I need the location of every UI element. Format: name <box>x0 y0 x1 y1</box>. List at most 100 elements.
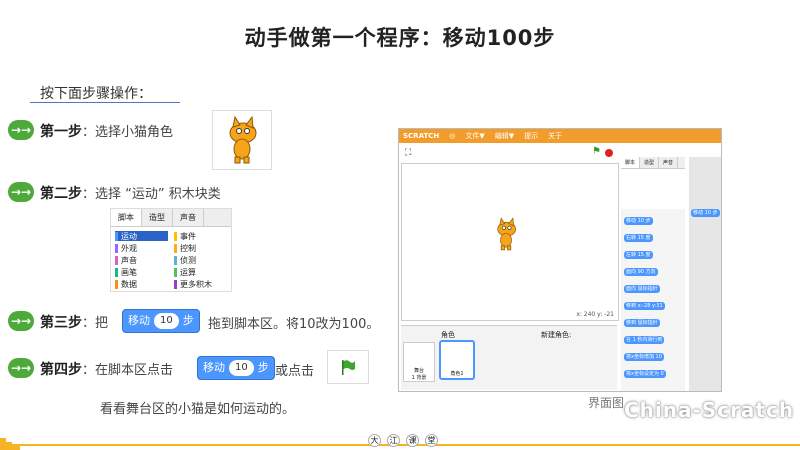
palette-block[interactable]: 在 1 秒内滑行到 <box>624 336 665 344</box>
step-label: 第二步 <box>40 186 82 202</box>
footer-char: 江 <box>387 434 400 447</box>
scratch-editor-screenshot: SCRATCH ◎ 文件▼ 编辑▼ 提示 关于 ⛶ ⚑ x: 240 y: -2… <box>398 128 722 392</box>
page-title: 动手做第一个程序：移动100步 <box>244 26 556 50</box>
step-1: 第一步：选择小猫角色 <box>40 121 173 141</box>
block-label: 移动 <box>203 361 225 374</box>
script-move-block[interactable]: 移动 10 步 <box>691 209 720 217</box>
script-area[interactable]: 移动 10 步 <box>689 157 721 391</box>
editor-menubar: SCRATCH ◎ 文件▼ 编辑▼ 提示 关于 <box>399 129 721 143</box>
palette-block[interactable]: 右转 15 度 <box>624 234 653 242</box>
step-label: 第三步 <box>40 315 82 331</box>
step-text: 拖到脚本区。将10改为100。 <box>208 317 380 332</box>
step-text: 或点击 <box>275 364 315 379</box>
palette-block[interactable]: 将x坐标设定为 0 <box>624 370 666 378</box>
category-color-swatch <box>115 243 118 253</box>
category-right[interactable]: 事件 <box>174 231 227 241</box>
palette-block[interactable]: 将x坐标增加 10 <box>624 353 664 361</box>
green-flag-icon <box>342 360 355 375</box>
step-text: ：选择 “运动” 积木块类 <box>82 187 221 202</box>
palette-block[interactable]: 面向 鼠标指针 <box>624 285 660 293</box>
category-right[interactable]: 更多积木 <box>174 279 227 289</box>
step-arrow-icon: →→ <box>8 311 34 331</box>
stage-toolbar: ⛶ ⚑ <box>401 146 617 161</box>
category-color-swatch <box>115 255 118 265</box>
category-label: 数据 <box>121 279 137 289</box>
palette-block[interactable]: 移到 x:-28 y:31 <box>624 302 665 310</box>
category-label: 运动 <box>121 231 137 241</box>
cat-sprite-thumbnail <box>212 110 272 170</box>
tab-costumes[interactable]: 造型 <box>142 209 173 226</box>
category-color-swatch <box>174 231 177 241</box>
sprite-name: 角色1 <box>450 371 464 377</box>
category-left[interactable]: 声音 <box>115 255 168 265</box>
block-category-palette: 脚本 造型 声音 运动 事件 外观 控制 声音 侦测 画笔 运算 数据 更多积木 <box>110 208 232 292</box>
step-text: 看看舞台区的小猫是如何运动的。 <box>100 402 296 417</box>
menu-edit[interactable]: 编辑▼ <box>495 131 514 141</box>
category-label: 画笔 <box>121 267 137 277</box>
palette-block[interactable]: 左转 15 度 <box>624 251 653 259</box>
stop-icon[interactable] <box>605 149 613 157</box>
move-block-sample[interactable]: 移动 10 步 <box>197 356 275 380</box>
category-label: 运算 <box>180 267 196 277</box>
presentation-mode-icon[interactable]: ⛶ <box>405 148 411 158</box>
block-value: 10 <box>154 313 179 329</box>
scratch-logo: SCRATCH <box>403 132 440 140</box>
block-unit: 步 <box>257 361 269 374</box>
green-flag-button[interactable] <box>327 350 369 384</box>
category-label: 更多积木 <box>180 279 212 289</box>
menu-file[interactable]: 文件▼ <box>465 131 484 141</box>
sprite-pane: 角色 新建角色: 舞台 1 背景 角色1 <box>401 325 617 390</box>
mini-palette: 脚本 造型 声音 <box>621 157 685 209</box>
step-text: ：选择小猫角色 <box>82 125 174 140</box>
category-left[interactable]: 画笔 <box>115 267 168 277</box>
category-label: 外观 <box>121 243 137 253</box>
category-left[interactable]: 数据 <box>115 279 168 289</box>
step-4: 第四步：在脚本区点击 <box>40 359 173 379</box>
watermark: China-Scratch <box>624 398 795 422</box>
sprite-thumbnail[interactable]: 角色1 <box>439 340 475 380</box>
step-arrow-icon: →→ <box>8 182 34 202</box>
tab-sounds[interactable]: 声音 <box>659 157 679 168</box>
category-color-swatch <box>115 279 118 289</box>
block-value: 10 <box>229 360 254 376</box>
step-3: 第三步：把 <box>40 312 108 332</box>
category-label: 控制 <box>180 243 196 253</box>
step-text: ：在脚本区点击 <box>82 363 174 378</box>
palette-block[interactable]: 移动 10 步 <box>624 217 653 225</box>
category-left[interactable]: 外观 <box>115 243 168 253</box>
tab-scripts[interactable]: 脚本 <box>621 157 641 168</box>
category-right[interactable]: 运算 <box>174 267 227 277</box>
subtitle: 按下面步骤操作： <box>40 86 152 102</box>
category-right[interactable]: 侦测 <box>174 255 227 265</box>
category-label: 侦测 <box>180 255 196 265</box>
category-color-swatch <box>115 231 118 241</box>
tab-costumes[interactable]: 造型 <box>640 157 660 168</box>
footer-brand: 大江课堂 <box>368 434 438 447</box>
tab-sounds[interactable]: 声音 <box>173 209 204 226</box>
blocks-palette: 脚本 造型 声音 移动 10 步右转 15 度左转 15 度面向 90 方向 面向… <box>621 157 685 391</box>
category-right[interactable]: 控制 <box>174 243 227 253</box>
menu-tips[interactable]: 提示 <box>524 131 538 141</box>
green-flag-icon[interactable]: ⚑ <box>592 146 601 157</box>
stage-area[interactable]: x: 240 y: -21 <box>401 163 619 321</box>
globe-icon[interactable]: ◎ <box>449 132 455 140</box>
move-block-sample[interactable]: 移动 10 步 <box>122 309 200 333</box>
step-text: ：把 <box>82 316 109 331</box>
stage-thumbnail[interactable]: 舞台 1 背景 <box>403 342 435 382</box>
tab-scripts[interactable]: 脚本 <box>111 209 142 226</box>
menu-about[interactable]: 关于 <box>548 131 562 141</box>
palette-block[interactable]: 移到 鼠标指针 <box>624 319 660 327</box>
cat-icon <box>229 115 257 164</box>
cat-icon[interactable] <box>486 210 526 258</box>
palette-tabs: 脚本 造型 声音 <box>111 209 231 227</box>
block-unit: 步 <box>182 314 194 327</box>
category-left[interactable]: 运动 <box>115 231 168 241</box>
step-arrow-icon: →→ <box>8 120 34 140</box>
category-color-swatch <box>174 267 177 277</box>
palette-block[interactable]: 面向 90 方向 <box>624 268 658 276</box>
new-sprite-label: 新建角色: <box>541 331 572 339</box>
step-label: 第一步 <box>40 124 82 140</box>
sprites-label: 角色 <box>441 331 455 339</box>
footer-char: 大 <box>368 434 381 447</box>
category-color-swatch <box>174 279 177 289</box>
